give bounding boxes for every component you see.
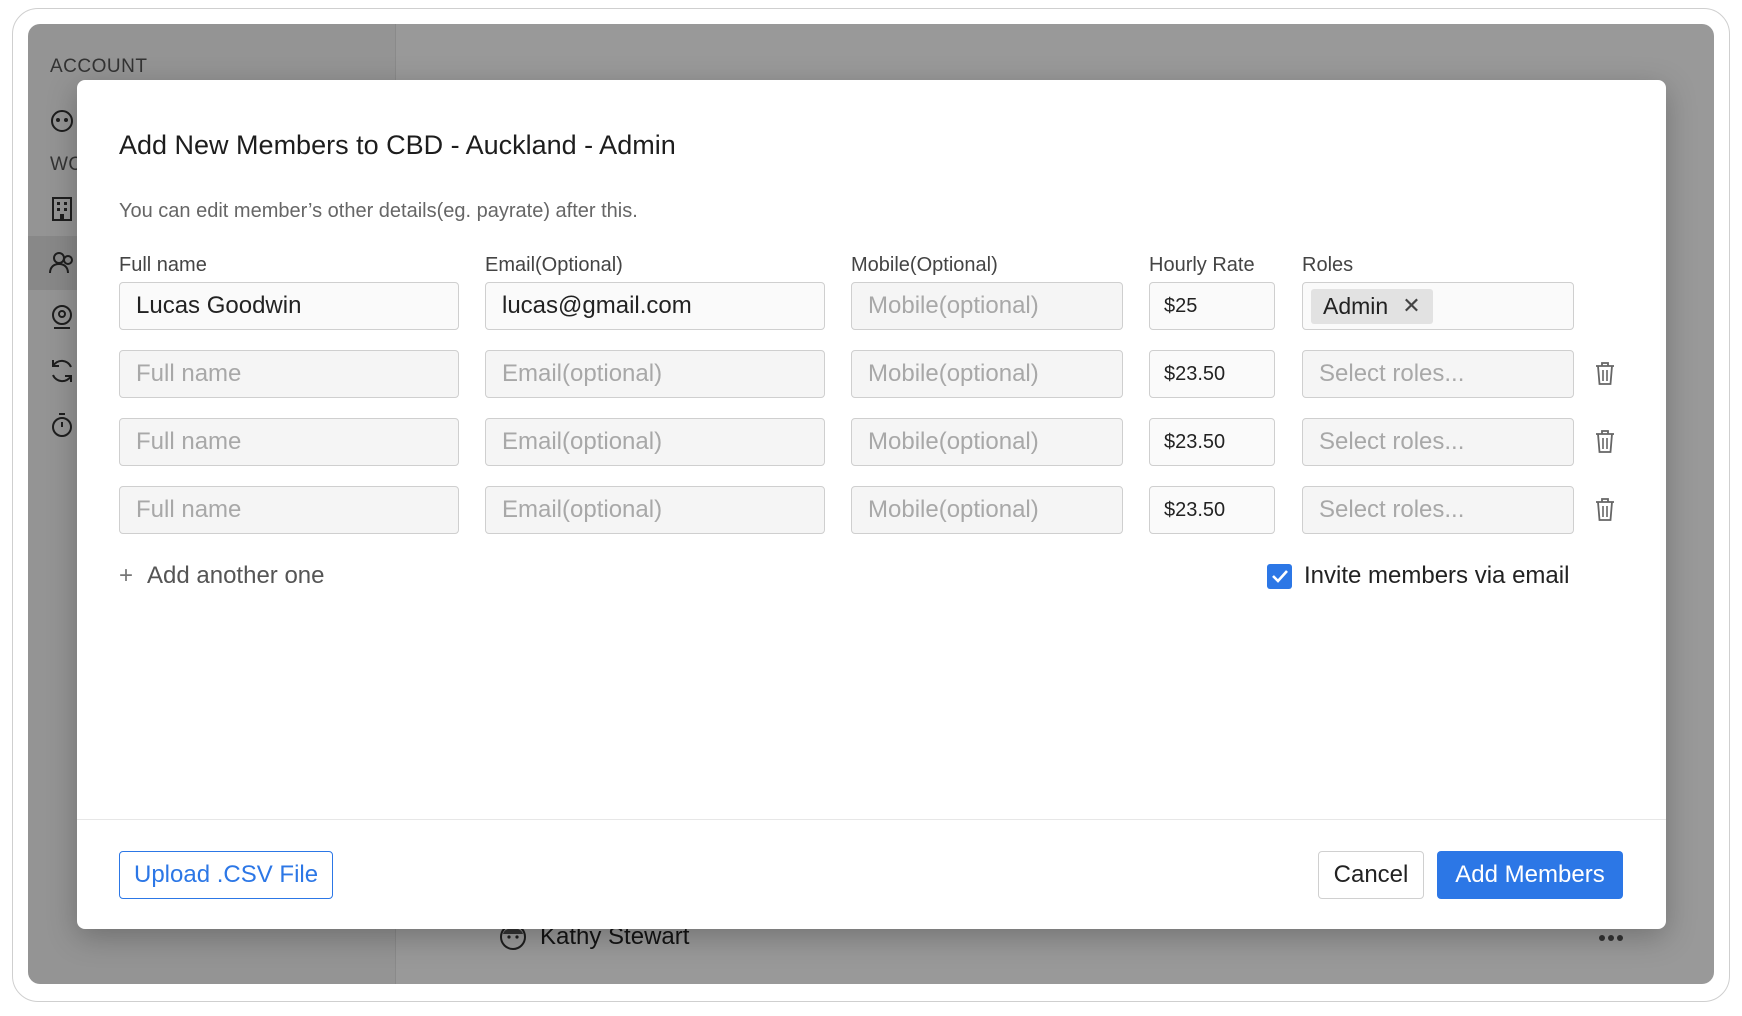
full-name-input[interactable]: Full name [119,418,459,466]
hourly-rate-input[interactable]: $23.50 [1149,418,1275,466]
add-members-button[interactable]: Add Members [1437,851,1623,899]
add-another-button[interactable]: + Add another one [119,562,325,590]
trash-icon[interactable] [1593,360,1617,386]
column-label-roles: Roles [1302,254,1354,276]
role-chip-admin: Admin ✕ [1311,288,1433,324]
full-name-input[interactable]: Full name [119,486,459,534]
column-label-mobile: Mobile(Optional) [851,254,998,276]
column-label-full-name: Full name [119,254,207,276]
upload-csv-button[interactable]: Upload .CSV File [119,851,334,899]
invite-label: Invite members via email [1304,562,1570,589]
trash-icon[interactable] [1593,428,1617,454]
add-members-modal: Add New Members to CBD - Auckland - Admi… [77,80,1666,929]
invite-checkbox[interactable] [1267,563,1292,589]
mobile-input[interactable]: Mobile(optional) [851,282,1123,330]
roles-select[interactable]: Select roles... [1302,350,1574,398]
plus-icon: + [119,562,134,589]
roles-select[interactable]: Select roles... [1302,486,1574,534]
column-label-hourly-rate: Hourly Rate [1149,254,1255,276]
roles-select[interactable]: Select roles... [1302,418,1574,466]
cancel-button[interactable]: Cancel [1318,851,1424,899]
mobile-input[interactable]: Mobile(optional) [851,418,1123,466]
mobile-input[interactable]: Mobile(optional) [851,486,1123,534]
hourly-rate-input[interactable]: $23.50 [1149,350,1275,398]
hourly-rate-input[interactable]: $23.50 [1149,486,1275,534]
column-label-email: Email(Optional) [485,254,623,276]
full-name-input[interactable]: Full name [119,350,459,398]
email-input[interactable]: lucas@gmail.com [485,282,825,330]
trash-icon[interactable] [1593,496,1617,522]
modal-title: Add New Members to CBD - Auckland - Admi… [119,130,676,160]
mobile-input[interactable]: Mobile(optional) [851,350,1123,398]
full-name-input[interactable]: Lucas Goodwin [119,282,459,330]
modal-subtitle: You can edit member’s other details(eg. … [119,200,638,222]
add-another-label: Add another one [147,562,325,589]
hourly-rate-input[interactable]: $25 [1149,282,1275,330]
email-input[interactable]: Email(optional) [485,486,825,534]
email-input[interactable]: Email(optional) [485,418,825,466]
remove-role-icon[interactable]: ✕ [1402,295,1420,317]
role-chip-label: Admin [1323,292,1389,319]
invite-via-email-option[interactable]: Invite members via email [1267,562,1569,590]
email-input[interactable]: Email(optional) [485,350,825,398]
footer-divider [77,819,1666,820]
checkmark-icon [1271,570,1288,583]
roles-select[interactable]: Admin ✕ [1302,282,1574,330]
